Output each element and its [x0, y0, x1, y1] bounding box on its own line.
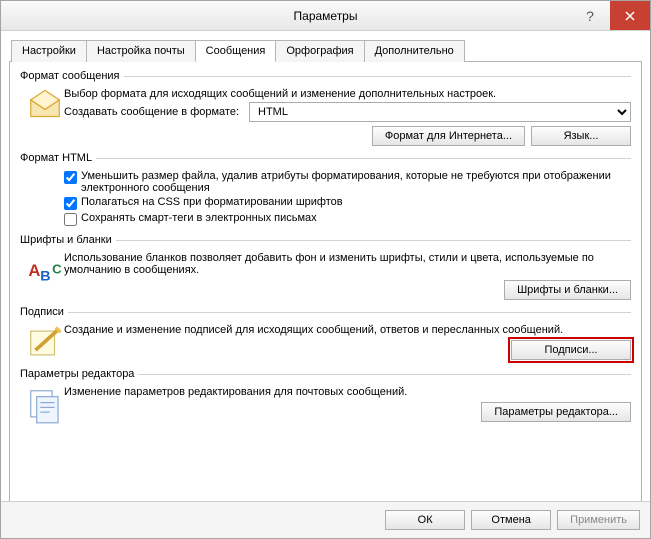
message-format-desc: Выбор формата для исходящих сообщений и …	[64, 88, 496, 100]
tab-strip: Настройки Настройка почты Сообщения Орфо…	[9, 39, 642, 62]
close-button[interactable]	[610, 1, 650, 30]
fonts-blanks-button[interactable]: Шрифты и бланки...	[504, 280, 631, 300]
tab-spelling[interactable]: Орфография	[275, 40, 364, 62]
rely-css-label: Полагаться на CSS при форматировании шри…	[81, 196, 631, 208]
group-editor-legend: Параметры редактора	[20, 368, 138, 380]
spacer	[26, 168, 64, 228]
cancel-button[interactable]: Отмена	[471, 510, 551, 530]
group-signatures: Подписи Создание и изменение подписей дл…	[20, 306, 631, 362]
editor-icon	[26, 384, 64, 424]
group-fonts-blanks: Шрифты и бланки ABC Использование бланко…	[20, 234, 631, 300]
editor-options-button[interactable]: Параметры редактора...	[481, 402, 631, 422]
divider	[96, 158, 631, 159]
divider	[116, 240, 631, 241]
content-area: Настройки Настройка почты Сообщения Орфо…	[1, 31, 650, 501]
group-fonts-blanks-legend: Шрифты и бланки	[20, 234, 116, 246]
signature-icon	[26, 322, 64, 362]
divider	[138, 374, 631, 375]
editor-desc: Изменение параметров редактирования для …	[64, 386, 407, 398]
group-signatures-legend: Подписи	[20, 306, 68, 318]
window-title: Параметры	[294, 9, 358, 23]
svg-text:B: B	[40, 269, 50, 285]
format-select[interactable]: HTML	[249, 102, 631, 122]
save-smart-checkbox[interactable]	[64, 213, 77, 226]
reduce-size-label: Уменьшить размер файла, удалив атрибуты …	[81, 170, 631, 194]
create-format-label: Создавать сообщение в формате:	[64, 106, 239, 118]
signatures-button[interactable]: Подписи...	[511, 340, 631, 360]
tab-mail-setup[interactable]: Настройка почты	[86, 40, 196, 62]
fonts-blanks-desc: Использование бланков позволяет добавить…	[64, 252, 631, 276]
tab-messages[interactable]: Сообщения	[195, 40, 277, 62]
group-message-format: Формат сообщения Выбор формата для исход…	[20, 70, 631, 146]
svg-text:C: C	[52, 261, 62, 276]
abc-icon: ABC	[26, 250, 64, 300]
title-controls: ?	[570, 1, 650, 30]
group-editor: Параметры редактора Изменение параметров…	[20, 368, 631, 424]
dialog-footer: ОК Отмена Применить	[1, 501, 650, 538]
close-icon	[625, 11, 635, 21]
tab-advanced[interactable]: Дополнительно	[364, 40, 465, 62]
signatures-desc: Создание и изменение подписей для исходя…	[64, 324, 563, 336]
divider	[68, 312, 631, 313]
ok-button[interactable]: ОК	[385, 510, 465, 530]
rely-css-checkbox[interactable]	[64, 197, 77, 210]
envelope-icon	[26, 86, 64, 146]
titlebar: Параметры ?	[1, 1, 650, 31]
options-dialog: Параметры ? Настройки Настройка почты Со…	[0, 0, 651, 539]
save-smart-label: Сохранять смарт-теги в электронных письм…	[81, 212, 631, 224]
internet-format-button[interactable]: Формат для Интернета...	[372, 126, 525, 146]
group-html-format-legend: Формат HTML	[20, 152, 96, 164]
apply-button[interactable]: Применить	[557, 510, 640, 530]
tab-page-messages: Формат сообщения Выбор формата для исход…	[9, 62, 642, 501]
help-button[interactable]: ?	[570, 1, 610, 30]
divider	[124, 76, 631, 77]
reduce-size-checkbox[interactable]	[64, 171, 77, 184]
tab-settings[interactable]: Настройки	[11, 40, 87, 62]
group-message-format-legend: Формат сообщения	[20, 70, 124, 82]
svg-text:A: A	[28, 261, 40, 280]
group-html-format: Формат HTML Уменьшить размер файла, удал…	[20, 152, 631, 228]
language-button[interactable]: Язык...	[531, 126, 631, 146]
